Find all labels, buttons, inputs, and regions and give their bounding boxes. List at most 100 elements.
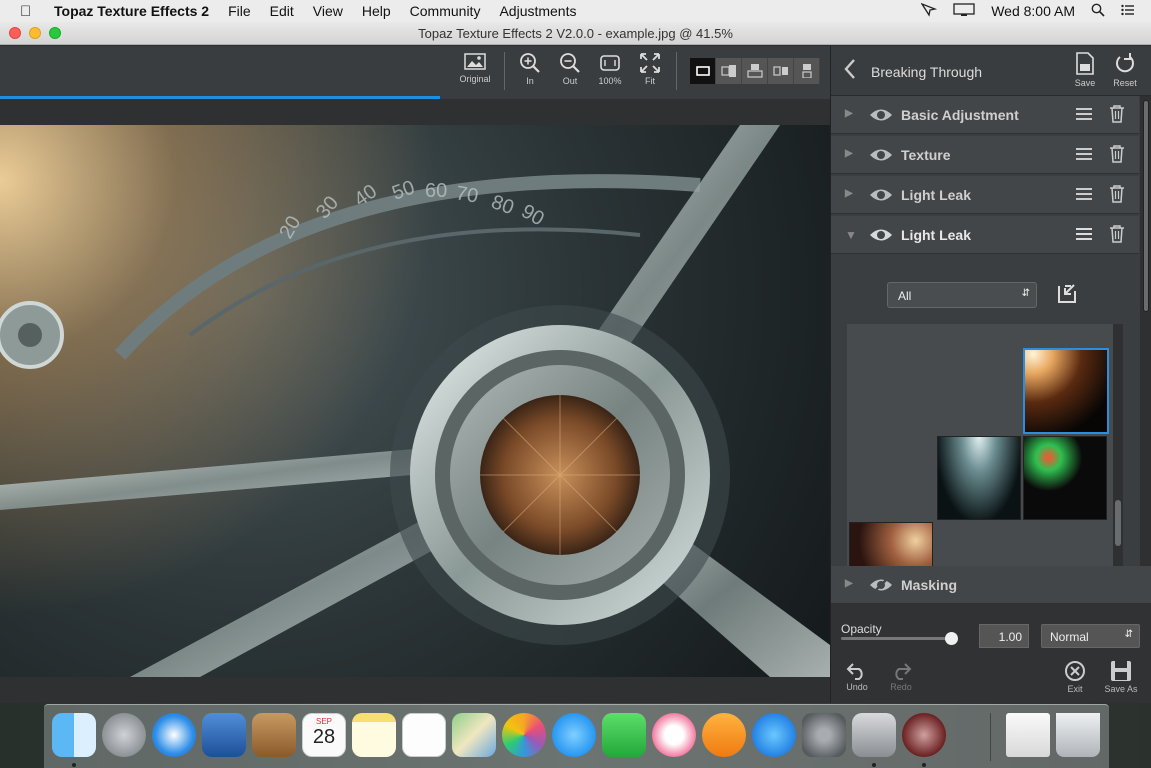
import-icon[interactable] xyxy=(1055,282,1079,311)
itunes-icon[interactable] xyxy=(652,713,696,757)
layer-menu-icon[interactable] xyxy=(1075,146,1093,165)
menu-help[interactable]: Help xyxy=(362,3,391,19)
panel-scrollbar[interactable] xyxy=(1140,96,1151,566)
adjustments-panel: Breaking Through Save Reset ▶ Basic Adju… xyxy=(830,46,1151,703)
layer-masking[interactable]: ▶ Masking xyxy=(831,566,1151,604)
topaz-icon[interactable] xyxy=(902,713,946,757)
menu-community[interactable]: Community xyxy=(410,3,481,19)
actual-size-icon xyxy=(600,55,620,71)
minimize-window-button[interactable] xyxy=(29,27,41,39)
app-store-icon[interactable] xyxy=(752,713,796,757)
thumbnail-selected[interactable] xyxy=(1023,348,1109,434)
thumbnail[interactable] xyxy=(849,522,933,568)
masking-hidden-eye-icon[interactable] xyxy=(869,576,893,597)
calendar-day: 28 xyxy=(312,726,336,748)
thumbnail[interactable] xyxy=(1023,436,1107,520)
delete-layer-icon[interactable] xyxy=(1109,225,1125,246)
split-vertical-button[interactable] xyxy=(716,58,742,84)
layer-texture[interactable]: ▶ Texture xyxy=(831,136,1139,174)
visibility-eye-icon[interactable] xyxy=(869,226,893,247)
delete-layer-icon[interactable] xyxy=(1109,185,1125,206)
back-chevron-icon[interactable] xyxy=(843,58,857,87)
layer-menu-icon[interactable] xyxy=(1075,106,1093,125)
thumbnails-scrollbar[interactable] xyxy=(1113,324,1123,568)
zoom-out-button[interactable]: Out xyxy=(550,50,590,86)
delete-layer-icon[interactable] xyxy=(1109,105,1125,126)
apple-menu-icon[interactable]:  xyxy=(20,3,38,20)
contacts-icon[interactable] xyxy=(252,713,296,757)
toolbar-divider xyxy=(504,52,505,90)
notification-center-icon[interactable] xyxy=(1121,3,1135,19)
preview-image[interactable]: 20 30 40 50 60 70 80 90 xyxy=(0,125,830,677)
save-as-button[interactable]: Save As xyxy=(1101,660,1141,694)
side-by-side-button[interactable] xyxy=(768,58,794,84)
expand-arrow-icon[interactable]: ▶ xyxy=(845,148,853,159)
spotlight-search-icon[interactable] xyxy=(1091,3,1105,20)
finder-icon[interactable] xyxy=(52,713,96,757)
single-view-button[interactable] xyxy=(690,58,716,84)
menu-app-name[interactable]: Topaz Texture Effects 2 xyxy=(54,3,209,19)
launchpad-icon[interactable] xyxy=(102,713,146,757)
photos-icon[interactable] xyxy=(502,713,546,757)
split-horizontal-button[interactable] xyxy=(742,58,768,84)
installer-icon[interactable] xyxy=(852,713,896,757)
display-icon[interactable] xyxy=(953,2,975,20)
facetime-icon[interactable] xyxy=(602,713,646,757)
menu-view[interactable]: View xyxy=(313,3,343,19)
reset-button[interactable]: Reset xyxy=(1109,52,1141,88)
mail-icon[interactable] xyxy=(202,713,246,757)
menu-adjustments[interactable]: Adjustments xyxy=(499,3,576,19)
trash-icon[interactable] xyxy=(1056,713,1100,757)
layer-light-leak-1[interactable]: ▶ Light Leak xyxy=(831,176,1139,214)
messages-icon[interactable] xyxy=(552,713,596,757)
layer-menu-icon[interactable] xyxy=(1075,186,1093,205)
stacked-view-button[interactable] xyxy=(794,58,820,84)
menu-edit[interactable]: Edit xyxy=(270,3,294,19)
panel-scroll-thumb[interactable] xyxy=(1143,100,1149,312)
single-view-icon xyxy=(695,66,710,76)
ibooks-icon[interactable] xyxy=(702,713,746,757)
opacity-value-field[interactable]: 1.00 xyxy=(979,624,1029,648)
undo-button[interactable]: Undo xyxy=(837,660,877,692)
visibility-eye-icon[interactable] xyxy=(869,106,893,127)
expand-arrow-icon[interactable]: ▶ xyxy=(845,108,853,119)
opacity-slider-knob[interactable] xyxy=(945,632,958,645)
redo-button[interactable]: Redo xyxy=(881,660,921,692)
original-button[interactable]: Original xyxy=(455,50,495,84)
masking-label: Masking xyxy=(901,577,958,593)
calendar-icon[interactable]: SEP 28 xyxy=(302,713,346,757)
zoom-in-button[interactable]: In xyxy=(510,50,550,86)
clock[interactable]: Wed 8:00 AM xyxy=(991,3,1075,19)
notes-icon[interactable] xyxy=(352,713,396,757)
expand-arrow-icon[interactable]: ▶ xyxy=(845,578,853,589)
layer-menu-icon[interactable] xyxy=(1075,226,1093,245)
visibility-eye-icon[interactable] xyxy=(869,186,893,207)
zoom-100-button[interactable]: 100% xyxy=(590,50,630,86)
visibility-eye-icon[interactable] xyxy=(869,146,893,167)
zoom-100-label: 100% xyxy=(598,76,622,86)
delete-layer-icon[interactable] xyxy=(1109,145,1125,166)
system-preferences-icon[interactable] xyxy=(802,713,846,757)
layer-light-leak-2[interactable]: ▼ Light Leak xyxy=(831,216,1139,254)
menu-file[interactable]: File xyxy=(228,3,251,19)
fit-button[interactable]: Fit xyxy=(630,50,670,86)
zoom-window-button[interactable] xyxy=(49,27,61,39)
cursor-status-icon[interactable] xyxy=(920,2,938,20)
file-icon[interactable] xyxy=(1006,713,1050,757)
maps-icon[interactable] xyxy=(452,713,496,757)
blend-mode-dropdown[interactable]: Normal ⇵ xyxy=(1041,624,1140,648)
thumbnail[interactable] xyxy=(937,436,1021,520)
collapse-arrow-icon[interactable]: ▼ xyxy=(845,228,857,242)
reminders-icon[interactable] xyxy=(402,713,446,757)
thumbnails-scroll-thumb[interactable] xyxy=(1115,500,1121,546)
reset-label: Reset xyxy=(1113,78,1137,88)
save-preset-button[interactable]: Save xyxy=(1069,52,1101,88)
image-canvas[interactable]: 20 30 40 50 60 70 80 90 xyxy=(0,99,830,703)
close-window-button[interactable] xyxy=(9,27,21,39)
exit-button[interactable]: Exit xyxy=(1055,660,1095,694)
opacity-slider[interactable] xyxy=(841,632,958,645)
light-leak-category-dropdown[interactable]: All ⇵ xyxy=(887,282,1037,308)
expand-arrow-icon[interactable]: ▶ xyxy=(845,188,853,199)
safari-icon[interactable] xyxy=(152,713,196,757)
layer-basic-adjustment[interactable]: ▶ Basic Adjustment xyxy=(831,96,1139,134)
